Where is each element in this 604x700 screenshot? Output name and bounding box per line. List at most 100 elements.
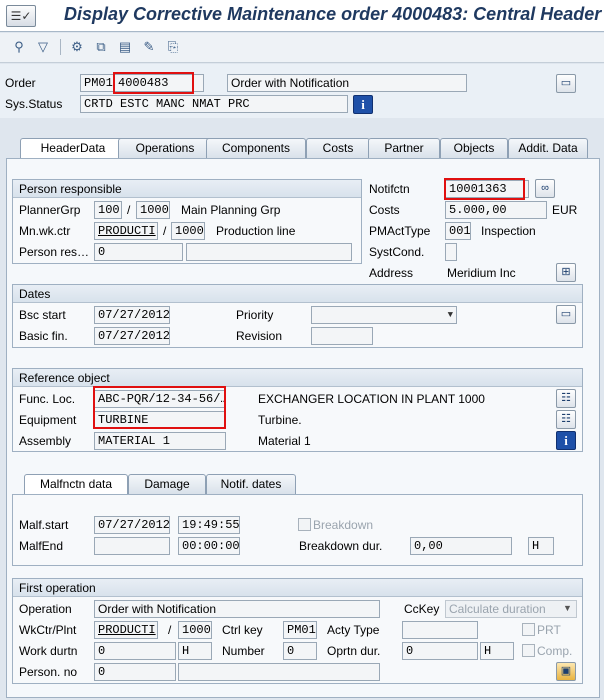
basic-finish-field[interactable]: 07/27/2012	[94, 327, 170, 345]
operation-plant-field[interactable]: 1000	[178, 621, 212, 639]
revision-field[interactable]	[311, 327, 373, 345]
operation-field[interactable]: Order with Notification	[94, 600, 380, 618]
glasses-icon[interactable]: ∞	[535, 179, 555, 198]
tab-partner[interactable]: Partner	[368, 138, 440, 158]
control-key-field[interactable]: PM01	[283, 621, 317, 639]
long-text-icon[interactable]: ▭	[556, 74, 576, 93]
edit-icon[interactable]: ✎	[140, 38, 158, 56]
work-duration-label: Work durtn	[19, 644, 78, 658]
tab-malfunction-data[interactable]: Malfnctn data	[24, 474, 128, 495]
prt-checkbox[interactable]	[522, 623, 535, 636]
person-number-label: Person. no	[19, 665, 78, 679]
equipment-field[interactable]: TURBINE	[94, 411, 226, 429]
calc-key-label: CcKey	[404, 602, 440, 616]
malfunction-tabstrip: Malfnctn data Damage Notif. dates	[24, 474, 324, 495]
order-number-field[interactable]: 4000483	[114, 74, 204, 92]
functional-location-text: EXCHANGER LOCATION IN PLANT 1000	[258, 392, 485, 406]
tree-icon[interactable]: ⚲	[10, 38, 28, 56]
operation-label: Operation	[19, 602, 72, 616]
tab-headerdata[interactable]: HeaderData	[20, 138, 126, 159]
work-duration-field[interactable]: 0	[94, 642, 176, 660]
pm-activity-type-field[interactable]: 001	[445, 222, 471, 240]
operation-duration-unit-field[interactable]: H	[480, 642, 514, 660]
basic-start-label: Bsc start	[19, 308, 66, 322]
person-responsible-name-field[interactable]	[186, 243, 352, 261]
number-label: Number	[222, 644, 265, 658]
activity-type-field[interactable]	[402, 621, 478, 639]
operation-detail-icon[interactable]: ▣	[556, 662, 576, 681]
calc-key-select[interactable]: Calculate duration	[445, 600, 577, 618]
system-status-field[interactable]: CRTD ESTC MANC NMAT PRC	[80, 95, 348, 113]
address-label: Address	[369, 266, 414, 280]
work-center-plant-field[interactable]: 1000	[171, 222, 205, 240]
number-field[interactable]: 0	[283, 642, 317, 660]
tab-objects[interactable]: Objects	[440, 138, 508, 158]
breakdown-duration-field[interactable]: 0,00	[410, 537, 512, 555]
system-condition-field[interactable]	[445, 243, 457, 261]
planner-group-field[interactable]: 100	[94, 201, 122, 219]
planner-group-text: Main Planning Grp	[181, 203, 281, 217]
tab-costs[interactable]: Costs	[306, 138, 370, 158]
hierarchy-icon[interactable]: ⚙	[68, 38, 86, 56]
dates-detail-icon[interactable]: ▭	[556, 305, 576, 324]
clipboard-icon[interactable]: ⎘	[164, 38, 182, 56]
malfunction-end-time-field[interactable]: 00:00:00	[178, 537, 240, 555]
functional-location-label: Func. Loc.	[19, 392, 76, 406]
completion-checkbox[interactable]	[522, 644, 535, 657]
pm-activity-type-text: Inspection	[481, 224, 536, 238]
equipment-structure-icon[interactable]: ☷	[556, 410, 576, 429]
breakdown-duration-label: Breakdown dur.	[299, 539, 383, 553]
breakdown-duration-unit-field[interactable]: H	[528, 537, 554, 555]
tab-notif-dates[interactable]: Notif. dates	[206, 474, 296, 494]
chevron-down-icon: ▼	[447, 310, 453, 320]
functional-location-field[interactable]: ABC-PQR/12-34-56/…	[94, 390, 226, 408]
malfunction-start-date-field[interactable]: 07/27/2012	[94, 516, 170, 534]
operation-duration-field[interactable]: 0	[402, 642, 478, 660]
assembly-label: Assembly	[19, 434, 72, 448]
work-center-label: Mn.wk.ctr	[19, 224, 71, 238]
group-title: First operation	[13, 579, 582, 597]
filter-icon[interactable]: ▽	[34, 38, 52, 56]
work-duration-unit-field[interactable]: H	[178, 642, 212, 660]
breakdown-checkbox[interactable]	[298, 518, 311, 531]
copy-icon[interactable]: ⧉	[92, 38, 110, 56]
notification-label: Notifctn	[369, 182, 410, 196]
activity-type-label: Acty Type	[327, 623, 380, 637]
person-number-field[interactable]: 0	[94, 663, 176, 681]
status-label: Sys.Status	[5, 97, 63, 111]
person-responsible-field[interactable]: 0	[94, 243, 183, 261]
pm-activity-type-label: PMActType	[369, 224, 431, 238]
operation-work-center-field[interactable]: PRODUCTI	[94, 621, 158, 639]
info-icon[interactable]: i	[556, 431, 576, 450]
planner-group-label: PlannerGrp	[19, 203, 81, 217]
info-icon[interactable]: i	[353, 95, 373, 114]
person-name-field[interactable]	[178, 663, 380, 681]
costs-label: Costs	[369, 203, 400, 217]
equipment-label: Equipment	[19, 413, 77, 427]
document-icon[interactable]: ▤	[116, 38, 134, 56]
system-condition-label: SystCond.	[369, 245, 425, 259]
costs-currency: EUR	[552, 203, 578, 217]
work-center-field[interactable]: PRODUCTI	[94, 222, 158, 240]
basic-start-field[interactable]: 07/27/2012	[94, 306, 170, 324]
planner-plant-field[interactable]: 1000	[136, 201, 170, 219]
order-type-field[interactable]: PM01	[80, 74, 114, 92]
address-expand-icon[interactable]: ⊞	[556, 263, 576, 282]
notification-field[interactable]: 10001363	[445, 180, 529, 198]
tab-components[interactable]: Components	[206, 138, 306, 158]
tab-operations[interactable]: Operations	[118, 138, 212, 158]
malfunction-start-time-field[interactable]: 19:49:55	[178, 516, 240, 534]
costs-field[interactable]: 5.000,00	[445, 201, 547, 219]
group-title: Dates	[13, 285, 582, 303]
menu-icon[interactable]: ☰✓	[6, 5, 36, 27]
structure-icon[interactable]: ☷	[556, 389, 576, 408]
slash: /	[168, 623, 172, 637]
malfunction-end-date-field[interactable]	[94, 537, 170, 555]
priority-select[interactable]: ▼	[311, 306, 457, 324]
person-responsible-label: Person res…	[19, 245, 90, 259]
tab-addit-data[interactable]: Addit. Data	[508, 138, 588, 158]
order-description-field[interactable]: Order with Notification	[227, 74, 467, 92]
malfunction-end-label: MalfEnd	[19, 539, 64, 553]
assembly-field[interactable]: MATERIAL 1	[94, 432, 226, 450]
tab-damage[interactable]: Damage	[128, 474, 206, 494]
